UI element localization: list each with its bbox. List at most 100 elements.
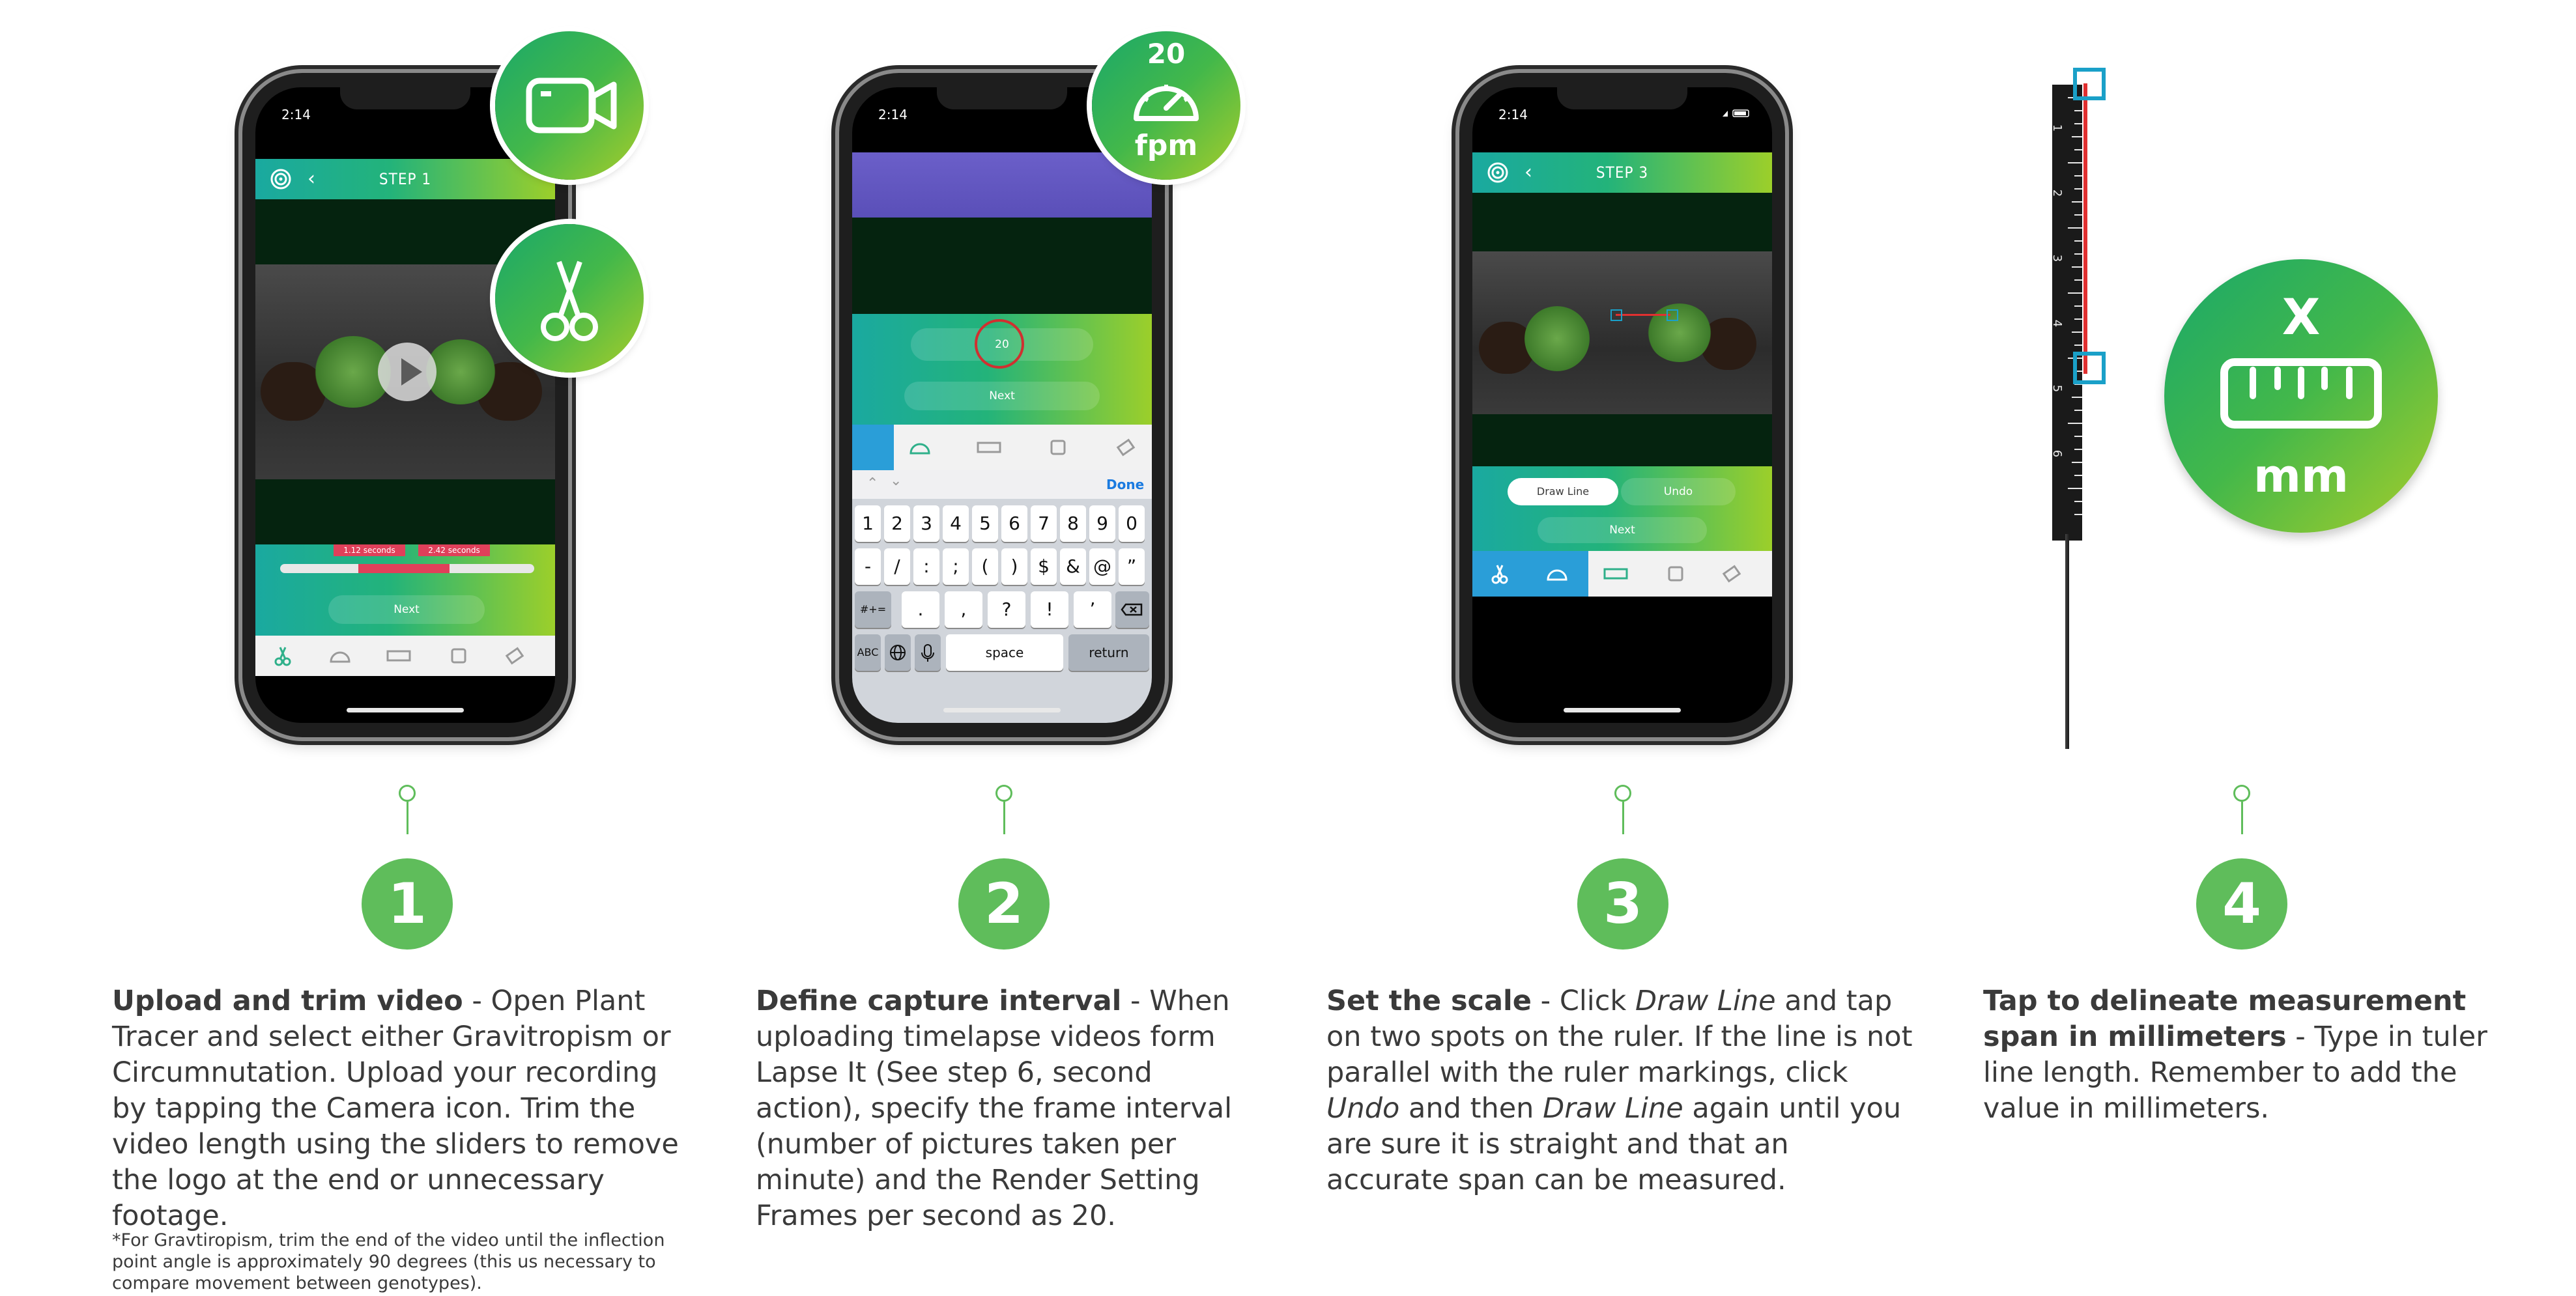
step-number-4: 4 [2196, 858, 2287, 950]
ruler-label: 3 [2050, 254, 2065, 262]
chevron-down-icon[interactable]: ⌄ [890, 473, 902, 489]
done-button[interactable]: Done [1106, 477, 1144, 492]
return-key[interactable]: return [1068, 634, 1149, 671]
key[interactable]: 9 [1089, 505, 1115, 542]
backspace-key[interactable] [1115, 591, 1149, 628]
key[interactable]: 8 [1060, 505, 1086, 542]
video-frame [1472, 251, 1772, 414]
gauge-tab-icon[interactable] [327, 645, 353, 667]
key[interactable]: ’ [1074, 591, 1111, 628]
key[interactable]: ; [943, 548, 969, 585]
ruler-label: 1 [2050, 124, 2065, 132]
chevron-up-icon[interactable]: ⌃ [866, 475, 878, 492]
gauge-tab-icon[interactable] [907, 436, 933, 458]
home-indicator [943, 708, 1061, 712]
key[interactable]: 4 [943, 505, 969, 542]
key[interactable]: 6 [1001, 505, 1027, 542]
key[interactable]: - [855, 548, 881, 585]
draw-line-ref: Draw Line [1543, 1092, 1683, 1125]
ruler-tab-icon[interactable] [976, 436, 1002, 458]
key[interactable]: 7 [1031, 505, 1057, 542]
step-3-title: Set the scale [1326, 985, 1532, 1017]
globe-icon [890, 645, 906, 660]
phone-step-2: 2:14 20 Next ⌃ ⌄ Done 1 2 3 4 5 6 7 8 9 … [839, 73, 1165, 737]
symbols-key[interactable]: #+= [855, 591, 891, 628]
square-tab-icon[interactable] [1663, 563, 1689, 585]
key[interactable]: 3 [913, 505, 939, 542]
video-bottom-band [255, 479, 555, 544]
step-1-body: - Open Plant Tracer and select either Gr… [112, 985, 679, 1232]
next-button[interactable]: Next [1538, 517, 1707, 543]
scissors-tab-icon[interactable] [1487, 563, 1513, 585]
trim-slider[interactable] [280, 564, 534, 573]
space-key[interactable]: space [946, 634, 1063, 671]
key[interactable]: @ [1089, 548, 1115, 585]
key[interactable]: ( [972, 548, 998, 585]
measure-marker-top [2073, 68, 2106, 100]
ruler-tab-icon[interactable] [386, 645, 412, 667]
phone-notch [937, 87, 1067, 109]
status-time: 2:14 [878, 107, 908, 122]
battery-icon [1723, 109, 1749, 117]
key[interactable]: . [902, 591, 939, 628]
step-1-description: Upload and trim video - Open Plant Trace… [112, 983, 698, 1234]
phone-screen: 2:14 20 Next ⌃ ⌄ Done 1 2 3 4 5 6 7 8 9 … [852, 87, 1152, 723]
camera-icon [526, 77, 617, 134]
next-button[interactable]: Next [328, 595, 485, 624]
gauge-tab-icon[interactable] [1544, 563, 1570, 585]
square-tab-icon[interactable] [446, 645, 472, 667]
phone-screen: 2:14 ‹ STEP 3 Draw Line Undo Next [1472, 87, 1772, 723]
undo-ref: Undo [1326, 1092, 1400, 1125]
ruler-label: 5 [2050, 384, 2065, 393]
key[interactable]: ? [988, 591, 1025, 628]
app-header: ‹ STEP 3 [1472, 152, 1772, 193]
step-3-body: and then [1399, 1092, 1543, 1125]
key[interactable]: , [945, 591, 982, 628]
eraser-tab-icon[interactable] [1719, 563, 1745, 585]
draw-line-button[interactable]: Draw Line [1508, 478, 1618, 505]
status-time: 2:14 [1498, 107, 1528, 122]
x-label: X [2282, 288, 2321, 346]
step-2-title: Define capture interval [756, 985, 1122, 1017]
connector-line [2241, 802, 2243, 834]
eraser-tab-icon[interactable] [502, 645, 528, 667]
tool-tabs [1472, 551, 1772, 597]
keyboard-accessory: ⌃ ⌄ Done [852, 470, 1152, 499]
step-1-footnote: *For Gravtiropism, trim the end of the v… [112, 1230, 665, 1293]
key[interactable]: 2 [884, 505, 910, 542]
connector-line [407, 802, 408, 834]
square-tab-icon[interactable] [1045, 436, 1071, 458]
step-3-body: - Click [1531, 985, 1635, 1017]
key[interactable]: $ [1031, 548, 1057, 585]
key[interactable]: ” [1119, 548, 1145, 585]
key[interactable]: ! [1031, 591, 1068, 628]
undo-button[interactable]: Undo [1621, 478, 1736, 505]
scale-point-end [1667, 309, 1678, 321]
key[interactable]: : [913, 548, 939, 585]
key[interactable]: 1 [855, 505, 881, 542]
key[interactable]: & [1060, 548, 1086, 585]
globe-key[interactable] [885, 634, 911, 671]
key[interactable]: / [884, 548, 910, 585]
play-icon [401, 358, 422, 386]
next-button[interactable]: Next [904, 382, 1100, 410]
scale-point-start [1610, 309, 1622, 321]
trim-range [358, 564, 450, 573]
key[interactable]: 0 [1119, 505, 1145, 542]
phone-notch [340, 87, 470, 109]
key[interactable]: ) [1001, 548, 1027, 585]
ruler-tab-icon[interactable] [1603, 563, 1629, 585]
trim-start-label: 1.12 seconds [334, 544, 405, 556]
mic-key[interactable] [915, 634, 941, 671]
abc-key[interactable]: ABC [855, 634, 881, 671]
ruler-label: 2 [2050, 189, 2065, 197]
key[interactable]: 5 [972, 505, 998, 542]
step-2-body: - When uploading timelapse videos form L… [756, 985, 1233, 1232]
connector-dot [2233, 785, 2250, 802]
scissors-tab-icon[interactable] [270, 645, 296, 667]
eraser-tab-icon[interactable] [1113, 436, 1139, 458]
home-indicator [347, 708, 464, 712]
measurement-line [2083, 83, 2087, 374]
play-button[interactable] [378, 343, 436, 401]
fpm-value: 20 [1147, 38, 1186, 70]
